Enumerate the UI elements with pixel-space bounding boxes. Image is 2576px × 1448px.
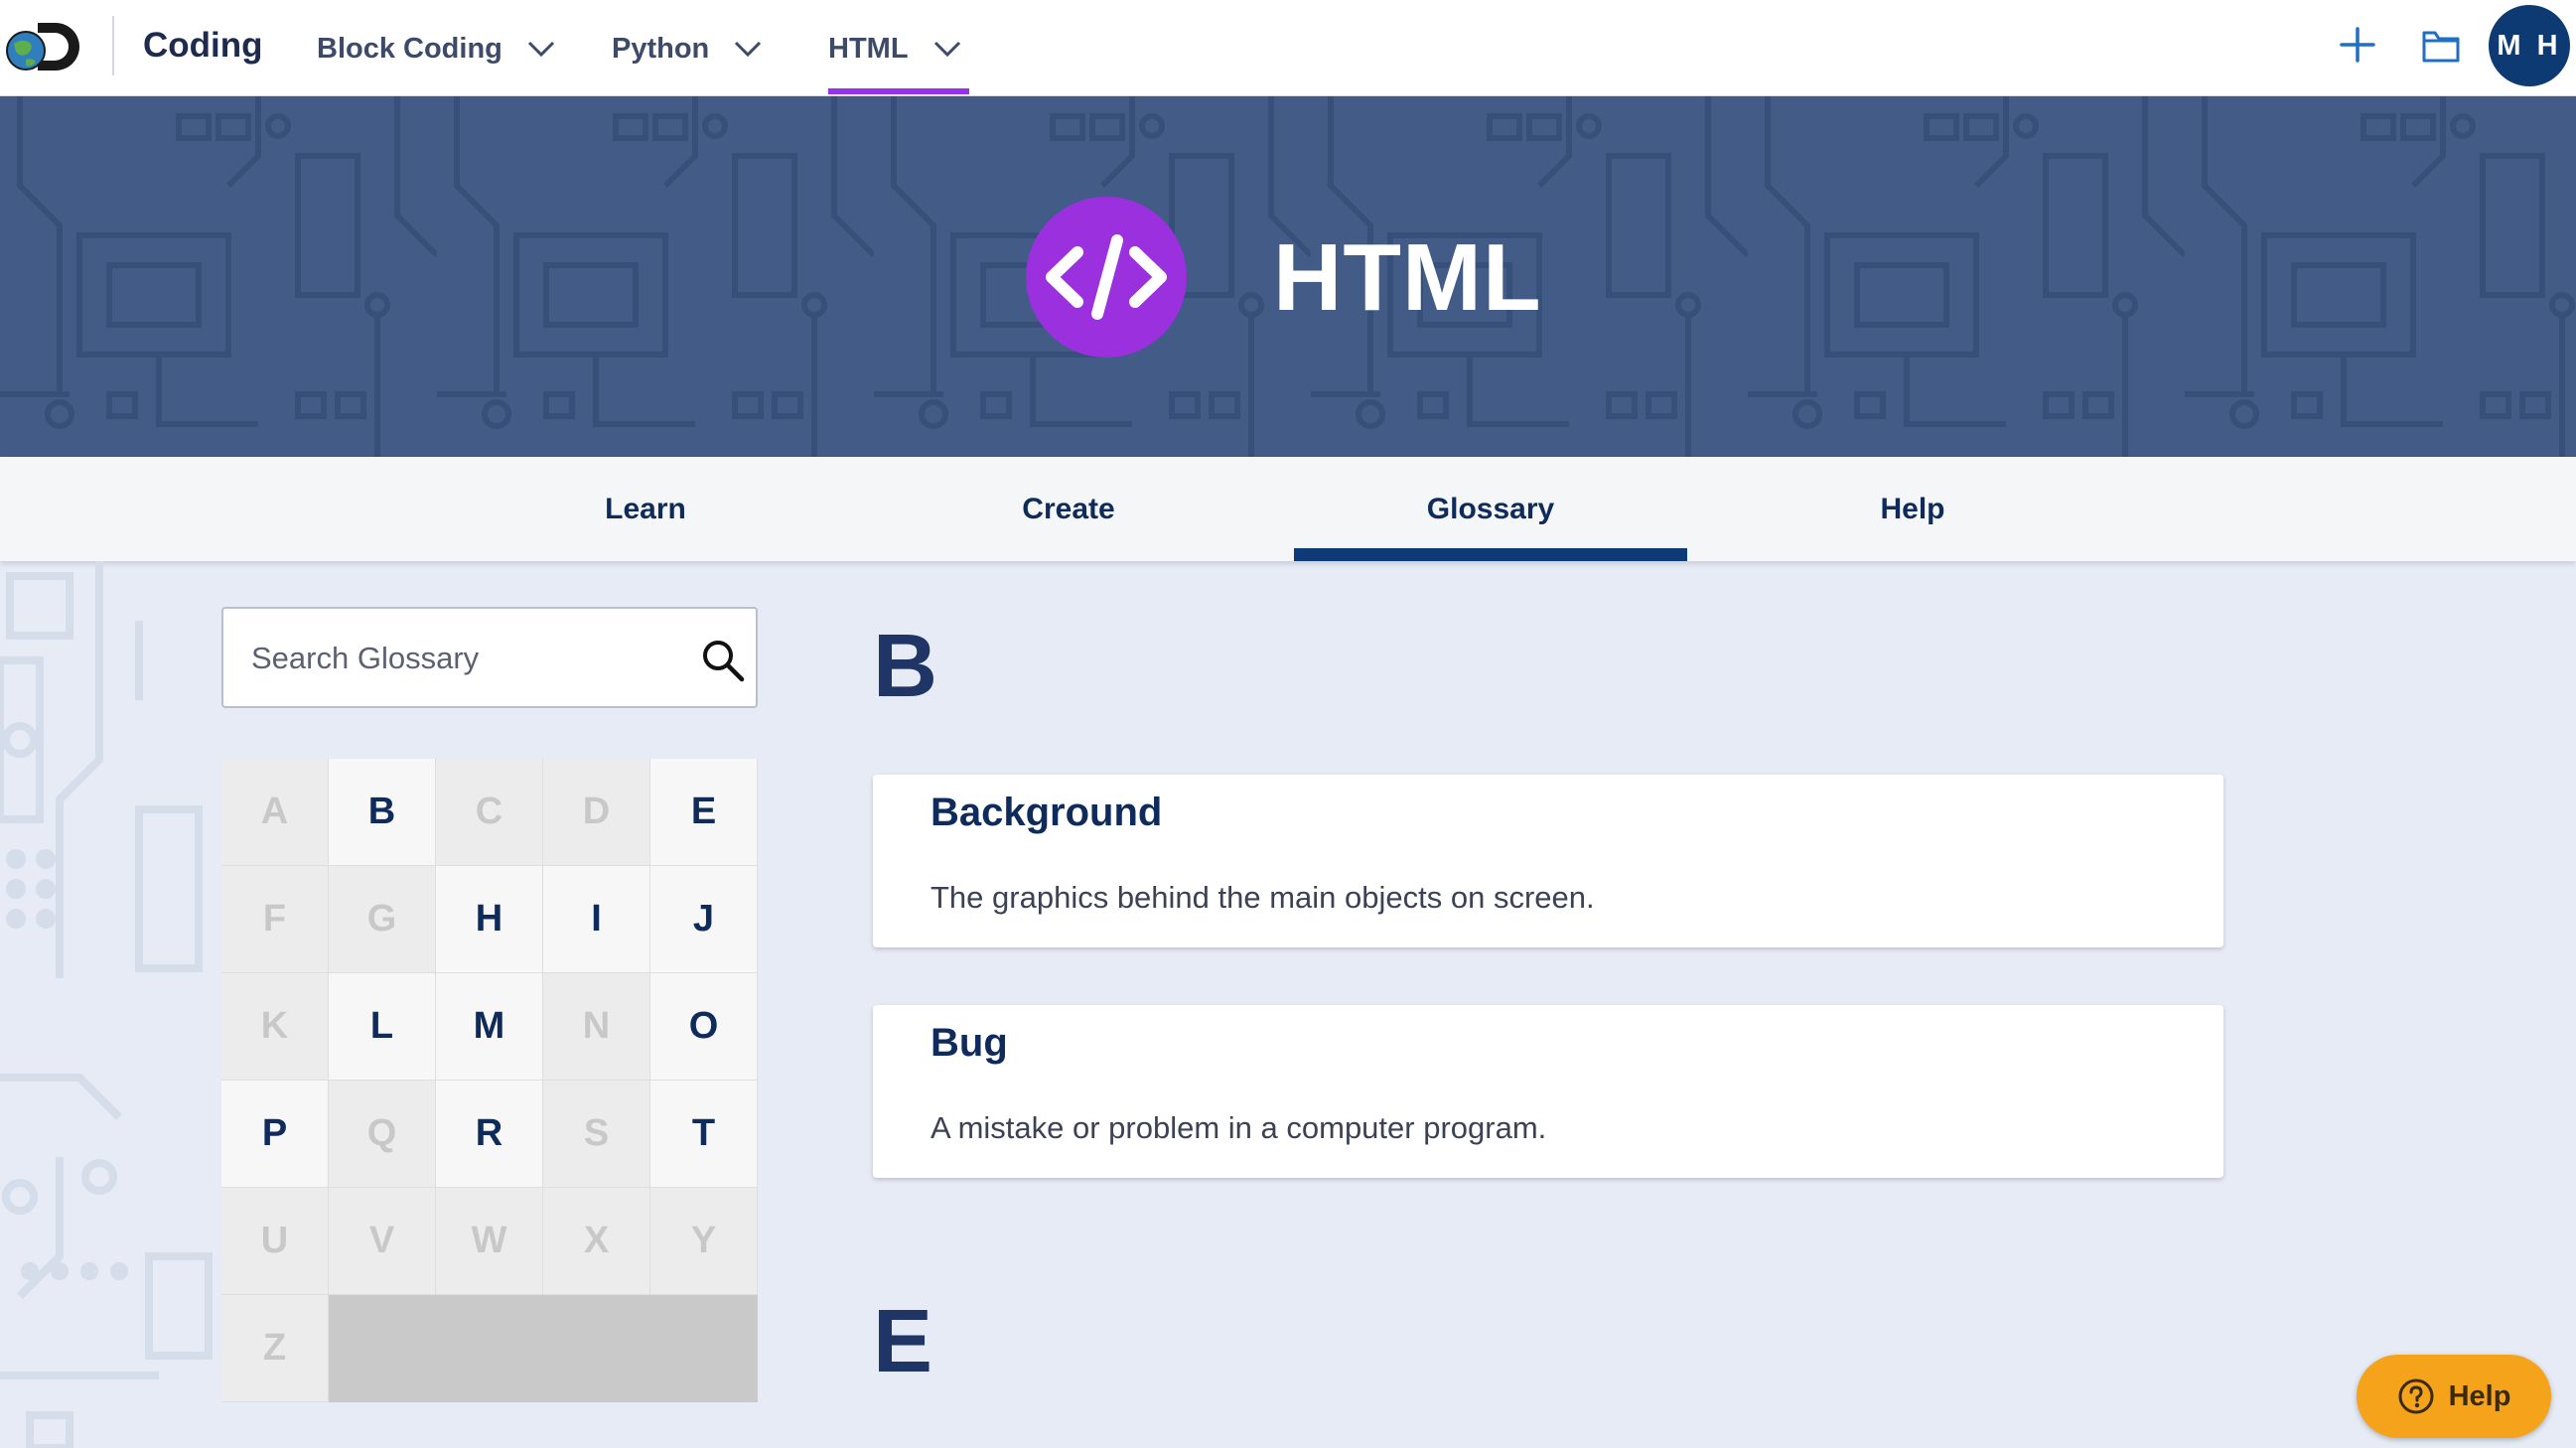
alphabet-letter-g: G — [329, 866, 436, 973]
help-button[interactable]: Help — [2357, 1355, 2551, 1438]
discovery-logo[interactable] — [4, 18, 85, 75]
alphabet-letter-e[interactable]: E — [650, 759, 758, 866]
hero-banner: HTML — [0, 96, 2576, 457]
term-definition: The graphics behind the main objects on … — [930, 880, 1595, 915]
alphabet-letter-b[interactable]: B — [329, 759, 436, 866]
section-tabs: Learn Create Glossary Help — [0, 457, 2576, 561]
nav-menu-block-coding[interactable]: Block Coding — [317, 29, 556, 69]
glossary-term-card: Background The graphics behind the main … — [873, 775, 2223, 947]
nav-divider — [112, 16, 114, 75]
alphabet-letter-n: N — [543, 973, 650, 1081]
alphabet-letter-y: Y — [650, 1188, 758, 1295]
alphabet-letter-t[interactable]: T — [650, 1081, 758, 1188]
term-title: Bug — [930, 1021, 1008, 1065]
alphabet-letter-q: Q — [329, 1081, 436, 1188]
plus-icon[interactable] — [2338, 25, 2377, 65]
nav-menu-python[interactable]: Python — [612, 29, 763, 69]
search-input[interactable] — [251, 635, 678, 682]
alphabet-index: ABCDE FGHIJ KLMNO PQRST UVWXY Z — [221, 759, 758, 1402]
avatar[interactable]: M H — [2489, 5, 2570, 86]
alphabet-letter-f: F — [221, 866, 329, 973]
nav-menu-label: HTML — [828, 32, 909, 65]
chevron-down-icon — [735, 41, 762, 58]
help-button-label: Help — [2448, 1379, 2511, 1412]
alphabet-letter-r[interactable]: R — [436, 1081, 543, 1188]
tab-active-indicator — [1294, 548, 1687, 561]
app-title[interactable]: Coding — [143, 26, 263, 66]
glossary-term-card: Bug A mistake or problem in a computer p… — [873, 1005, 2223, 1178]
tab-glossary[interactable]: Glossary — [1294, 457, 1687, 561]
alphabet-letter-h[interactable]: H — [436, 866, 543, 973]
nav-menu-html[interactable]: HTML — [828, 29, 962, 69]
term-title: Background — [930, 791, 1163, 834]
chevron-down-icon — [933, 41, 960, 58]
alphabet-letter-d: D — [543, 759, 650, 866]
alphabet-letter-v: V — [329, 1188, 436, 1295]
nav-menu-label: Python — [612, 32, 710, 65]
alphabet-letter-w: W — [436, 1188, 543, 1295]
question-circle-icon — [2398, 1378, 2434, 1414]
alphabet-letter-m[interactable]: M — [436, 973, 543, 1081]
nav-menu-label: Block Coding — [317, 32, 502, 65]
chevron-down-icon — [527, 41, 554, 58]
top-navigation: Coding Block Coding Python HTML M H — [0, 0, 2576, 96]
tab-help[interactable]: Help — [1793, 457, 2032, 561]
alphabet-letter-u: U — [221, 1188, 329, 1295]
alphabet-letter-c: C — [436, 759, 543, 866]
term-definition: A mistake or problem in a computer progr… — [930, 1110, 1547, 1145]
letter-heading: E — [873, 1292, 933, 1391]
alphabet-letter-o[interactable]: O — [650, 973, 758, 1081]
alphabet-letter-a: A — [221, 759, 329, 866]
alphabet-letter-i[interactable]: I — [543, 866, 650, 973]
glossary-search-box — [221, 607, 758, 708]
alphabet-letter-z: Z — [221, 1295, 329, 1402]
tab-create[interactable]: Create — [949, 457, 1188, 561]
nav-active-indicator — [828, 88, 969, 94]
page-title: HTML — [1273, 224, 1542, 331]
tab-learn[interactable]: Learn — [526, 457, 765, 561]
search-icon[interactable] — [700, 638, 746, 683]
alphabet-letter-s: S — [543, 1081, 650, 1188]
alphabet-letter-x: X — [543, 1188, 650, 1295]
code-icon — [1026, 197, 1187, 358]
alphabet-letter-l[interactable]: L — [329, 973, 436, 1081]
folder-icon[interactable] — [2421, 27, 2461, 65]
letter-heading: B — [873, 617, 937, 716]
alphabet-letter-j[interactable]: J — [650, 866, 758, 973]
alphabet-letter-k: K — [221, 973, 329, 1081]
alphabet-letter-p[interactable]: P — [221, 1081, 329, 1188]
